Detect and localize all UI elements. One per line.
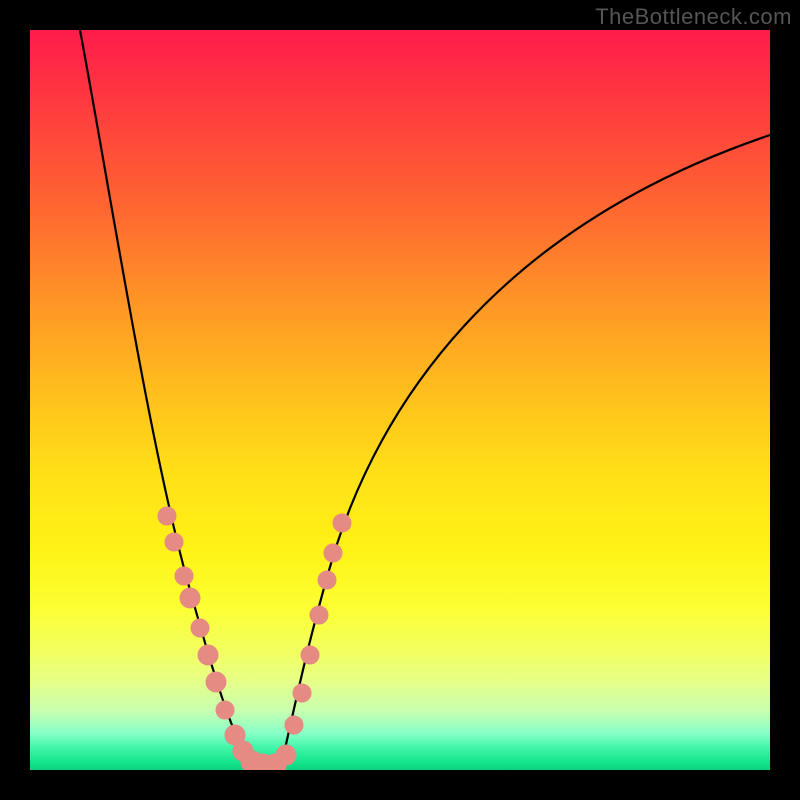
right-curve [280,135,770,770]
data-dot [180,588,200,608]
data-dot [285,716,303,734]
chart-container: TheBottleneck.com [0,0,800,800]
data-dot [333,514,351,532]
data-dot [318,571,336,589]
data-dot [276,745,296,765]
data-dot [206,672,226,692]
data-dot [175,567,193,585]
watermark-text: TheBottleneck.com [595,4,792,30]
data-dot [293,684,311,702]
data-dot [165,533,183,551]
data-dot [324,544,342,562]
plot-area [30,30,770,770]
data-dot [198,645,218,665]
data-dot [158,507,176,525]
data-dot [216,701,234,719]
data-dot [301,646,319,664]
chart-svg [30,30,770,770]
data-dot [191,619,209,637]
left-curve [80,30,255,770]
data-dot [310,606,328,624]
data-dots [158,507,351,770]
